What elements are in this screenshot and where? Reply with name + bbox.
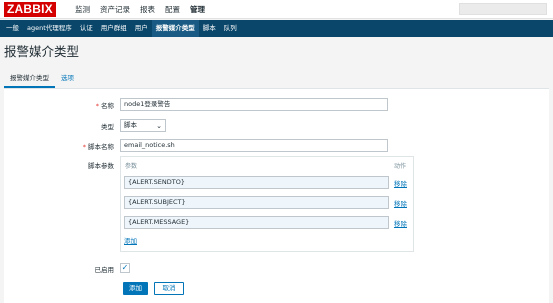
type-select[interactable]: 脚本 ⌄ <box>120 119 166 132</box>
script-params-table: 参数 动作 {ALERT.SENDTO} 移除 {ALERT.SUBJECT} … <box>120 156 414 252</box>
script-name-input[interactable]: email_notice.sh <box>120 139 388 152</box>
enabled-checkbox[interactable]: ✓ <box>120 263 130 273</box>
sub-menu-queue[interactable]: 队列 <box>220 20 241 37</box>
zabbix-logo[interactable]: ZABBIX <box>4 2 56 17</box>
param-input[interactable]: {ALERT.SENDTO} <box>124 176 389 189</box>
top-menu-administration[interactable]: 管理 <box>185 0 210 19</box>
sub-menu-general[interactable]: 一般 <box>2 20 23 37</box>
name-input[interactable]: node1登录警告 <box>120 98 388 111</box>
top-menu-inventory[interactable]: 资产记录 <box>95 0 135 19</box>
script-name-label: * 脚本名称 <box>82 143 114 151</box>
sub-menu: 一般 agent代理程序 认证 用户群组 用户 报警媒介类型 脚本 队列 <box>0 20 553 37</box>
sub-menu-proxies[interactable]: agent代理程序 <box>23 20 76 37</box>
name-label: * 名称 <box>95 102 114 110</box>
top-menu-configuration[interactable]: 配置 <box>160 0 185 19</box>
chevron-down-icon: ⌄ <box>156 122 162 130</box>
type-select-value: 脚本 <box>124 121 137 129</box>
cancel-button[interactable]: 取消 <box>154 282 184 295</box>
top-menu-monitoring[interactable]: 监测 <box>70 0 95 19</box>
params-header-action: 动作 <box>394 163 407 170</box>
param-remove-link[interactable]: 移除 <box>394 218 407 228</box>
sub-menu-scripts[interactable]: 脚本 <box>199 20 220 37</box>
page-title: 报警媒介类型 <box>4 45 80 59</box>
sub-menu-users[interactable]: 用户 <box>131 20 152 37</box>
top-menu: 监测 资产记录 报表 配置 管理 <box>70 0 210 19</box>
param-input[interactable]: {ALERT.MESSAGE} <box>124 216 389 229</box>
type-label: 类型 <box>101 123 114 131</box>
tab-media-type[interactable]: 报警媒介类型 <box>4 70 55 88</box>
enabled-label: 已启用 <box>94 266 115 274</box>
top-bar: ZABBIX 监测 资产记录 报表 配置 管理 <box>0 0 553 19</box>
param-input[interactable]: {ALERT.SUBJECT} <box>124 196 389 209</box>
add-button[interactable]: 添加 <box>123 282 148 295</box>
script-params-label: 脚本参数 <box>88 162 114 170</box>
param-add-link[interactable]: 添加 <box>124 235 137 245</box>
param-remove-link[interactable]: 移除 <box>394 198 407 208</box>
sub-menu-user-groups[interactable]: 用户群组 <box>97 20 131 37</box>
global-search-input[interactable] <box>459 3 547 15</box>
params-header-param: 参数 <box>125 163 138 170</box>
sub-menu-media-types[interactable]: 报警媒介类型 <box>151 20 199 37</box>
sub-menu-authentication[interactable]: 认证 <box>76 20 97 37</box>
tab-options[interactable]: 选项 <box>55 70 80 88</box>
form-tabs: 报警媒介类型 选项 <box>4 70 80 88</box>
top-menu-reports[interactable]: 报表 <box>135 0 160 19</box>
param-remove-link[interactable]: 移除 <box>394 178 407 188</box>
